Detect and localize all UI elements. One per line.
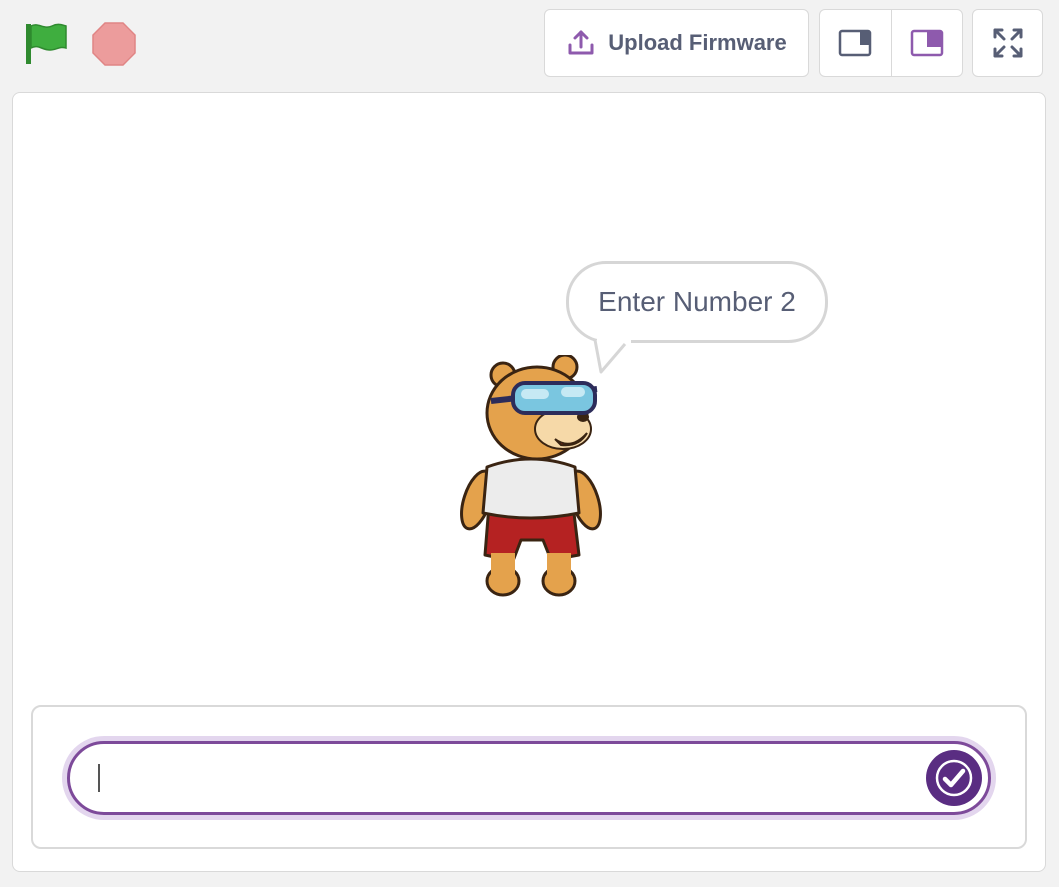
- stop-icon: [92, 22, 136, 66]
- answer-input[interactable]: [92, 754, 916, 804]
- text-caret: [98, 764, 100, 792]
- speech-bubble: Enter Number 2: [566, 261, 828, 343]
- ask-prompt-box: [31, 705, 1027, 849]
- normal-stage-layout-icon: [910, 29, 943, 57]
- stage-layout-toggle: [819, 9, 963, 77]
- fullscreen-icon: [993, 28, 1022, 58]
- normal-stage-button[interactable]: [890, 10, 963, 76]
- upload-firmware-label: Upload Firmware: [608, 30, 787, 55]
- answer-field: [67, 741, 991, 815]
- upload-icon: [568, 30, 594, 55]
- upload-firmware-button[interactable]: Upload Firmware: [544, 9, 809, 77]
- submit-answer-button[interactable]: [926, 750, 982, 806]
- green-flag-icon: [26, 23, 67, 64]
- stage-canvas[interactable]: Enter Number 2: [12, 92, 1046, 872]
- checkmark-icon: [935, 759, 973, 797]
- fullscreen-button[interactable]: [972, 9, 1043, 77]
- bear-sprite[interactable]: [451, 355, 611, 605]
- green-flag-button[interactable]: [20, 18, 72, 70]
- speech-bubble-text: Enter Number 2: [598, 286, 796, 317]
- small-stage-button[interactable]: [820, 10, 891, 76]
- stage-header: Upload Firmware: [0, 0, 1059, 90]
- small-stage-layout-icon: [839, 29, 872, 57]
- stop-button[interactable]: [88, 18, 140, 70]
